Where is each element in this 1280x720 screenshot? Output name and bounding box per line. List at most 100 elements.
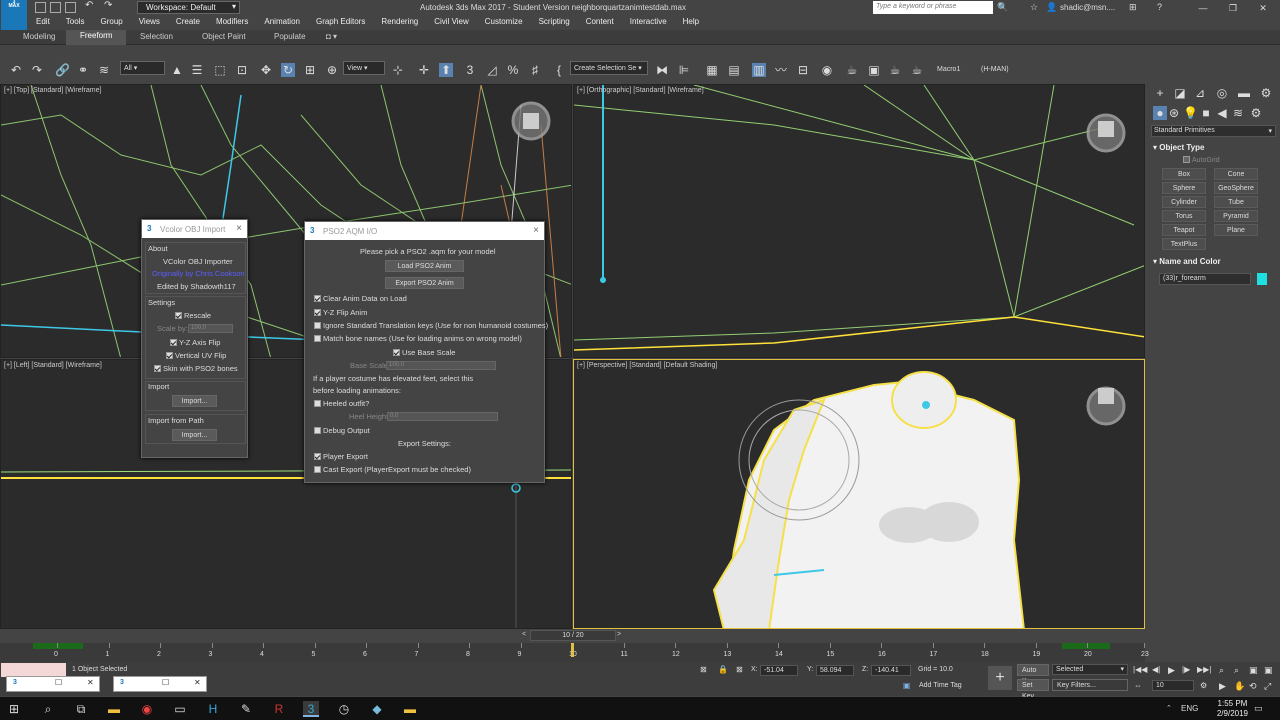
search-input[interactable]: Type a keyword or phrase xyxy=(873,1,993,14)
next-frame-icon[interactable]: > xyxy=(617,631,621,638)
zoom-icon[interactable]: ⌕ xyxy=(1219,665,1224,676)
menu-help[interactable]: Help xyxy=(675,16,707,29)
material-editor-icon[interactable]: ◉ xyxy=(820,63,834,77)
object-name-input[interactable]: (33)r_forearm xyxy=(1159,273,1251,285)
clear-anim-checkbox[interactable]: Clear Anim Data on Load xyxy=(314,294,407,303)
motion-tab-icon[interactable]: ◎ xyxy=(1215,86,1229,100)
viewport-perspective[interactable]: [+] [Perspective] [Standard] [Default Sh… xyxy=(573,359,1145,629)
language-indicator[interactable]: ENG xyxy=(1181,704,1198,713)
open-file-icon[interactable] xyxy=(50,2,61,13)
shapes-icon[interactable]: ⊛ xyxy=(1167,106,1181,120)
go-to-start-icon[interactable]: |◀◀ xyxy=(1133,665,1147,674)
app-folder2-icon[interactable]: ▬ xyxy=(402,701,418,717)
viewport-ortho-label[interactable]: [+] [Orthographic] [Standard] [Wireframe… xyxy=(577,87,704,94)
cart-icon[interactable]: ⊞ xyxy=(1129,2,1137,13)
rectangular-selection-icon[interactable]: ⬚ xyxy=(213,63,227,77)
app-h-icon[interactable]: H xyxy=(205,701,221,717)
app-folder-icon[interactable]: ▭ xyxy=(172,701,188,717)
teapot-button[interactable]: Teapot xyxy=(1162,224,1206,236)
y-coordinate-input[interactable]: 58.094 xyxy=(816,665,854,676)
menu-modifiers[interactable]: Modifiers xyxy=(208,16,256,29)
primitive-type-dropdown[interactable]: Standard Primitives ▾ xyxy=(1151,125,1276,137)
edit-named-selection-icon[interactable]: { xyxy=(552,63,566,77)
add-time-tag[interactable]: Add Time Tag xyxy=(919,682,962,689)
viewport-top-label[interactable]: [+] [Top] [Standard] [Wireframe] xyxy=(4,87,101,94)
workspace-dropdown[interactable]: Workspace: Default ▾ xyxy=(137,1,240,14)
key-mode-icon[interactable]: ⇔ xyxy=(1134,681,1142,690)
viewport-left-label[interactable]: [+] [Left] [Standard] [Wireframe] xyxy=(4,362,102,369)
user-account[interactable]: shadic@msn.... xyxy=(1060,3,1115,12)
notifications-icon[interactable]: ▭ xyxy=(1254,703,1263,714)
menu-create[interactable]: Create xyxy=(168,16,208,29)
tab-object-paint[interactable]: Object Paint xyxy=(202,32,246,41)
star-icon[interactable]: ☆ xyxy=(1030,2,1038,13)
maximize-viewport-icon[interactable]: ⤢ xyxy=(1264,681,1271,692)
zoom-all-icon[interactable]: ⌕ xyxy=(1234,665,1239,676)
timeline[interactable]: 0123456789101112131415161718192023 xyxy=(0,643,1149,662)
hman-button[interactable]: (H-MAN) xyxy=(981,66,1009,73)
box-button[interactable]: Box xyxy=(1162,168,1206,180)
close-icon[interactable]: × xyxy=(236,223,242,234)
select-rotate-icon[interactable]: ↻ xyxy=(281,63,295,77)
menu-customize[interactable]: Customize xyxy=(477,16,531,29)
task-view-icon[interactable]: ⧉ xyxy=(73,701,89,717)
toggle-layer-explorer-icon[interactable]: ▤ xyxy=(727,63,741,77)
redo-icon[interactable]: ↷ xyxy=(30,63,44,77)
timeline-cursor[interactable] xyxy=(571,643,574,657)
systems-icon[interactable]: ⚙ xyxy=(1249,106,1263,120)
menu-animation[interactable]: Animation xyxy=(256,16,308,29)
tube-button[interactable]: Tube xyxy=(1214,196,1258,208)
vcolor-dialog-title-bar[interactable]: 3 Vcolor OBJ Import × xyxy=(142,220,247,238)
import-button[interactable]: Import... xyxy=(172,395,217,407)
time-slider[interactable]: 10 / 20 xyxy=(530,630,616,641)
search-icon[interactable]: ⌕ xyxy=(40,701,56,717)
toggle-ribbon-icon[interactable]: ▥ xyxy=(752,63,766,77)
save-file-icon[interactable] xyxy=(65,2,76,13)
import-path-button[interactable]: Import... xyxy=(172,429,217,441)
rendered-frame-window-icon[interactable]: ▣ xyxy=(867,63,881,77)
curve-editor-icon[interactable]: 〰 xyxy=(774,63,788,77)
zoom-extents-all-icon[interactable]: ▣ xyxy=(1264,665,1273,676)
menu-edit[interactable]: Edit xyxy=(28,16,58,29)
menu-tools[interactable]: Tools xyxy=(58,16,93,29)
close-button[interactable]: ✕ xyxy=(1248,0,1278,16)
manipulate-icon[interactable]: ✛ xyxy=(417,63,431,77)
vertical-uv-flip-checkbox[interactable]: Vertical UV Flip xyxy=(166,351,226,360)
heel-height-input[interactable]: 0.0 xyxy=(387,412,498,421)
create-tab-icon[interactable]: + xyxy=(1153,86,1167,100)
tab-populate[interactable]: Populate xyxy=(274,32,306,41)
snaps-toggle-icon[interactable]: 3 xyxy=(463,63,477,77)
modify-tab-icon[interactable]: ◪ xyxy=(1173,86,1187,100)
minimized-window-2[interactable]: 3 ☐ ✕ xyxy=(113,676,207,692)
spinner-snap-icon[interactable]: ♯ xyxy=(528,63,542,77)
menu-graph-editors[interactable]: Graph Editors xyxy=(308,16,373,29)
schematic-view-icon[interactable]: ⊟ xyxy=(796,63,810,77)
torus-button[interactable]: Torus xyxy=(1162,210,1206,222)
absolute-mode-icon[interactable]: ⊠ xyxy=(736,665,743,674)
go-to-end-icon[interactable]: ▶▶| xyxy=(1197,665,1211,674)
next-key-icon[interactable]: |▶ xyxy=(1182,665,1190,674)
menu-views[interactable]: Views xyxy=(131,16,168,29)
tab-freeform[interactable]: Freeform xyxy=(66,30,127,45)
display-tab-icon[interactable]: ▬ xyxy=(1237,86,1251,100)
cameras-icon[interactable]: ■ xyxy=(1199,106,1213,120)
player-export-checkbox[interactable]: Player Export xyxy=(314,452,368,461)
render-iterative-icon[interactable]: ☕ xyxy=(910,63,924,77)
system-clock[interactable]: 1:55 PM 2/9/2019 xyxy=(1217,699,1248,719)
z-coordinate-input[interactable]: -140.41 xyxy=(871,665,911,676)
windows-start-icon[interactable]: ⊞ xyxy=(6,701,22,717)
cast-export-checkbox[interactable]: Cast Export (PlayerExport must be checke… xyxy=(314,465,471,474)
tab-selection[interactable]: Selection xyxy=(140,32,173,41)
percent-snap-icon[interactable]: % xyxy=(506,63,520,77)
undo-icon[interactable]: ↶ xyxy=(9,63,23,77)
search-icon[interactable]: 🔍 xyxy=(997,2,1008,13)
ignore-translation-checkbox[interactable]: Ignore Standard Translation keys (Use fo… xyxy=(314,321,548,330)
menu-civil-view[interactable]: Civil View xyxy=(426,16,477,29)
minimized-window-1[interactable]: 3 ☐ ✕ xyxy=(6,676,100,692)
current-frame-input[interactable]: 10 xyxy=(1152,680,1194,691)
render-setup-icon[interactable]: ☕ xyxy=(845,63,859,77)
named-selection-set-dropdown[interactable]: Create Selection Se ▾ xyxy=(570,61,648,75)
selection-filter-dropdown[interactable]: All ▾ xyxy=(120,61,165,75)
hierarchy-tab-icon[interactable]: ⊿ xyxy=(1193,86,1207,100)
set-key-button[interactable]: Set Key xyxy=(1017,679,1049,700)
